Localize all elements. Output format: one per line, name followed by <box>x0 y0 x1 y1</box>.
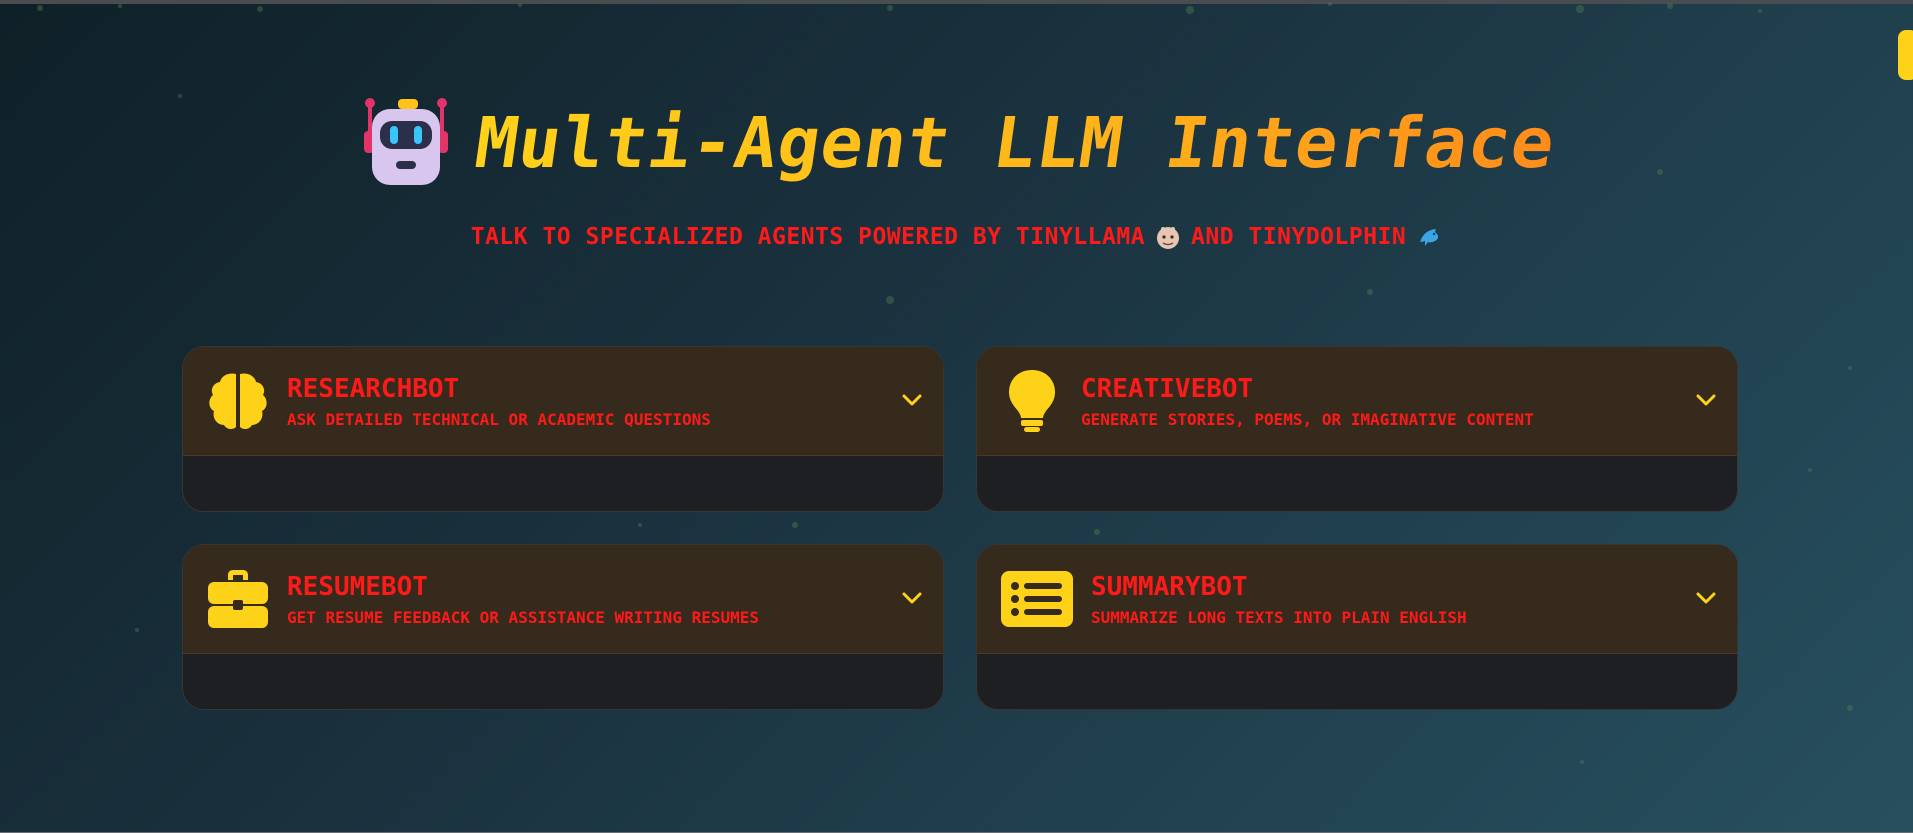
page-title: Multi-Agent LLM Interface <box>470 102 1561 184</box>
agent-description: GET RESUME FEEDBACK OR ASSISTANCE WRITIN… <box>287 607 760 627</box>
chevron-down-icon[interactable] <box>901 587 923 609</box>
briefcase-icon <box>205 566 271 632</box>
agent-card-creativebot[interactable]: CREATIVEBOT GENERATE STORIES, POEMS, OR … <box>976 346 1738 512</box>
agent-card-header[interactable]: RESUMEBOT GET RESUME FEEDBACK OR ASSISTA… <box>183 545 943 654</box>
brain-icon <box>205 368 271 434</box>
agent-name: RESUMEBOT <box>287 571 428 602</box>
chevron-down-icon[interactable] <box>901 389 923 411</box>
chevron-down-icon[interactable] <box>1695 587 1717 609</box>
list-icon <box>999 566 1075 632</box>
agent-name: CREATIVEBOT <box>1081 373 1254 404</box>
agent-description: GENERATE STORIES, POEMS, OR IMAGINATIVE … <box>1081 409 1534 429</box>
lightbulb-icon <box>999 368 1065 434</box>
agent-card-header[interactable]: CREATIVEBOT GENERATE STORIES, POEMS, OR … <box>977 347 1737 456</box>
subtitle-part-1: TALK TO SPECIALIZED AGENTS POWERED BY TI… <box>470 224 1146 250</box>
agent-name: SUMMARYBOT <box>1091 571 1248 602</box>
subtitle-part-2: AND TINYDOLPHIN <box>1191 224 1407 250</box>
agent-card-header[interactable]: SUMMARYBOT SUMMARIZE LONG TEXTS INTO PLA… <box>977 545 1737 654</box>
agent-card-researchbot[interactable]: RESEARCHBOT ASK DETAILED TECHNICAL OR AC… <box>182 346 944 512</box>
agent-description: SUMMARIZE LONG TEXTS INTO PLAIN ENGLISH <box>1091 607 1467 627</box>
chevron-down-icon[interactable] <box>1695 389 1717 411</box>
subtitle-row: TALK TO SPECIALIZED AGENTS POWERED BY TI… <box>0 224 1913 250</box>
header: Multi-Agent LLM Interface <box>0 95 1913 191</box>
agent-card-resumebot[interactable]: RESUMEBOT GET RESUME FEEDBACK OR ASSISTA… <box>182 544 944 710</box>
agent-card-header[interactable]: RESEARCHBOT ASK DETAILED TECHNICAL OR AC… <box>183 347 943 456</box>
side-panel-tab[interactable] <box>1898 30 1913 80</box>
robot-icon <box>364 98 449 185</box>
agent-description: ASK DETAILED TECHNICAL OR ACADEMIC QUEST… <box>287 409 711 429</box>
llama-emoji-icon <box>1157 227 1180 249</box>
agent-card-summarybot[interactable]: SUMMARYBOT SUMMARIZE LONG TEXTS INTO PLA… <box>976 544 1738 710</box>
agent-name: RESEARCHBOT <box>287 373 460 404</box>
dolphin-emoji-icon <box>1420 229 1439 246</box>
